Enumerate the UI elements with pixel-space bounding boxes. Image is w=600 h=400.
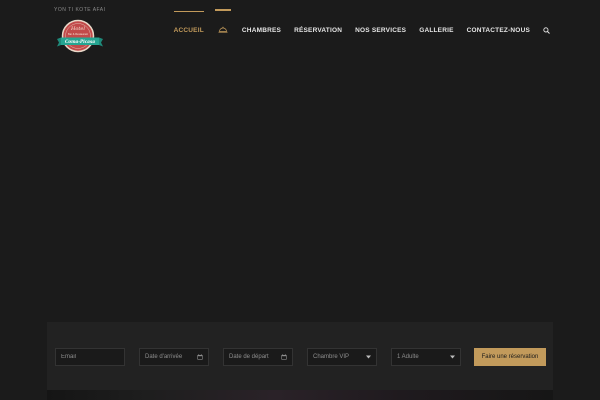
- search-icon[interactable]: [543, 26, 550, 34]
- room-type-value: Chambre VIP: [313, 354, 350, 360]
- hotel-logo[interactable]: Hotel Bar & Restaurant Coma-Picasa: [57, 19, 103, 57]
- nav-item-gallerie[interactable]: GALLERIE: [419, 27, 453, 34]
- departure-date-placeholder: Date de départ: [229, 354, 269, 360]
- logo-line2: Bar & Restaurant: [68, 32, 88, 36]
- chevron-down-icon: [366, 355, 371, 359]
- nav-item-chambres[interactable]: CHAMBRES: [242, 27, 281, 34]
- nav-item-accueil[interactable]: ACCUEIL: [173, 10, 205, 34]
- logo-line1: Hotel: [70, 26, 85, 32]
- calendar-icon: [197, 354, 203, 360]
- departure-date-field[interactable]: Date de départ: [223, 348, 293, 366]
- room-type-select[interactable]: Chambre VIP: [307, 348, 377, 366]
- arrival-date-field[interactable]: Date d'arrivée: [139, 348, 209, 366]
- hero-banner: [0, 60, 600, 322]
- slider-image-strip: [47, 390, 553, 400]
- main-nav: ACCUEIL CHAMBRES RÉSERVATION NOS SERVICE…: [173, 0, 550, 60]
- make-reservation-button[interactable]: Faire une réservation: [474, 348, 546, 366]
- booking-form: Date d'arrivée Date de départ Chambre VI…: [47, 322, 553, 390]
- nav-item-contactez-nous[interactable]: CONTACTEZ-NOUS: [467, 27, 530, 34]
- email-input[interactable]: [61, 354, 119, 360]
- site-tagline: YON TI KOTE AFAI: [54, 7, 106, 13]
- chevron-down-icon: [450, 355, 455, 359]
- logo-ribbon: Coma-Picasa: [65, 39, 95, 44]
- arrival-date-placeholder: Date d'arrivée: [145, 354, 183, 360]
- nav-item-reservation[interactable]: RÉSERVATION: [294, 27, 342, 34]
- email-field[interactable]: [55, 348, 125, 366]
- guests-select[interactable]: 1 Adulte: [391, 348, 461, 366]
- nav-item-nos-services[interactable]: NOS SERVICES: [355, 27, 406, 34]
- guests-value: 1 Adulte: [397, 354, 419, 360]
- cloche-icon: [218, 26, 228, 33]
- nav-item-restaurant[interactable]: [214, 9, 231, 35]
- calendar-icon: [281, 354, 287, 360]
